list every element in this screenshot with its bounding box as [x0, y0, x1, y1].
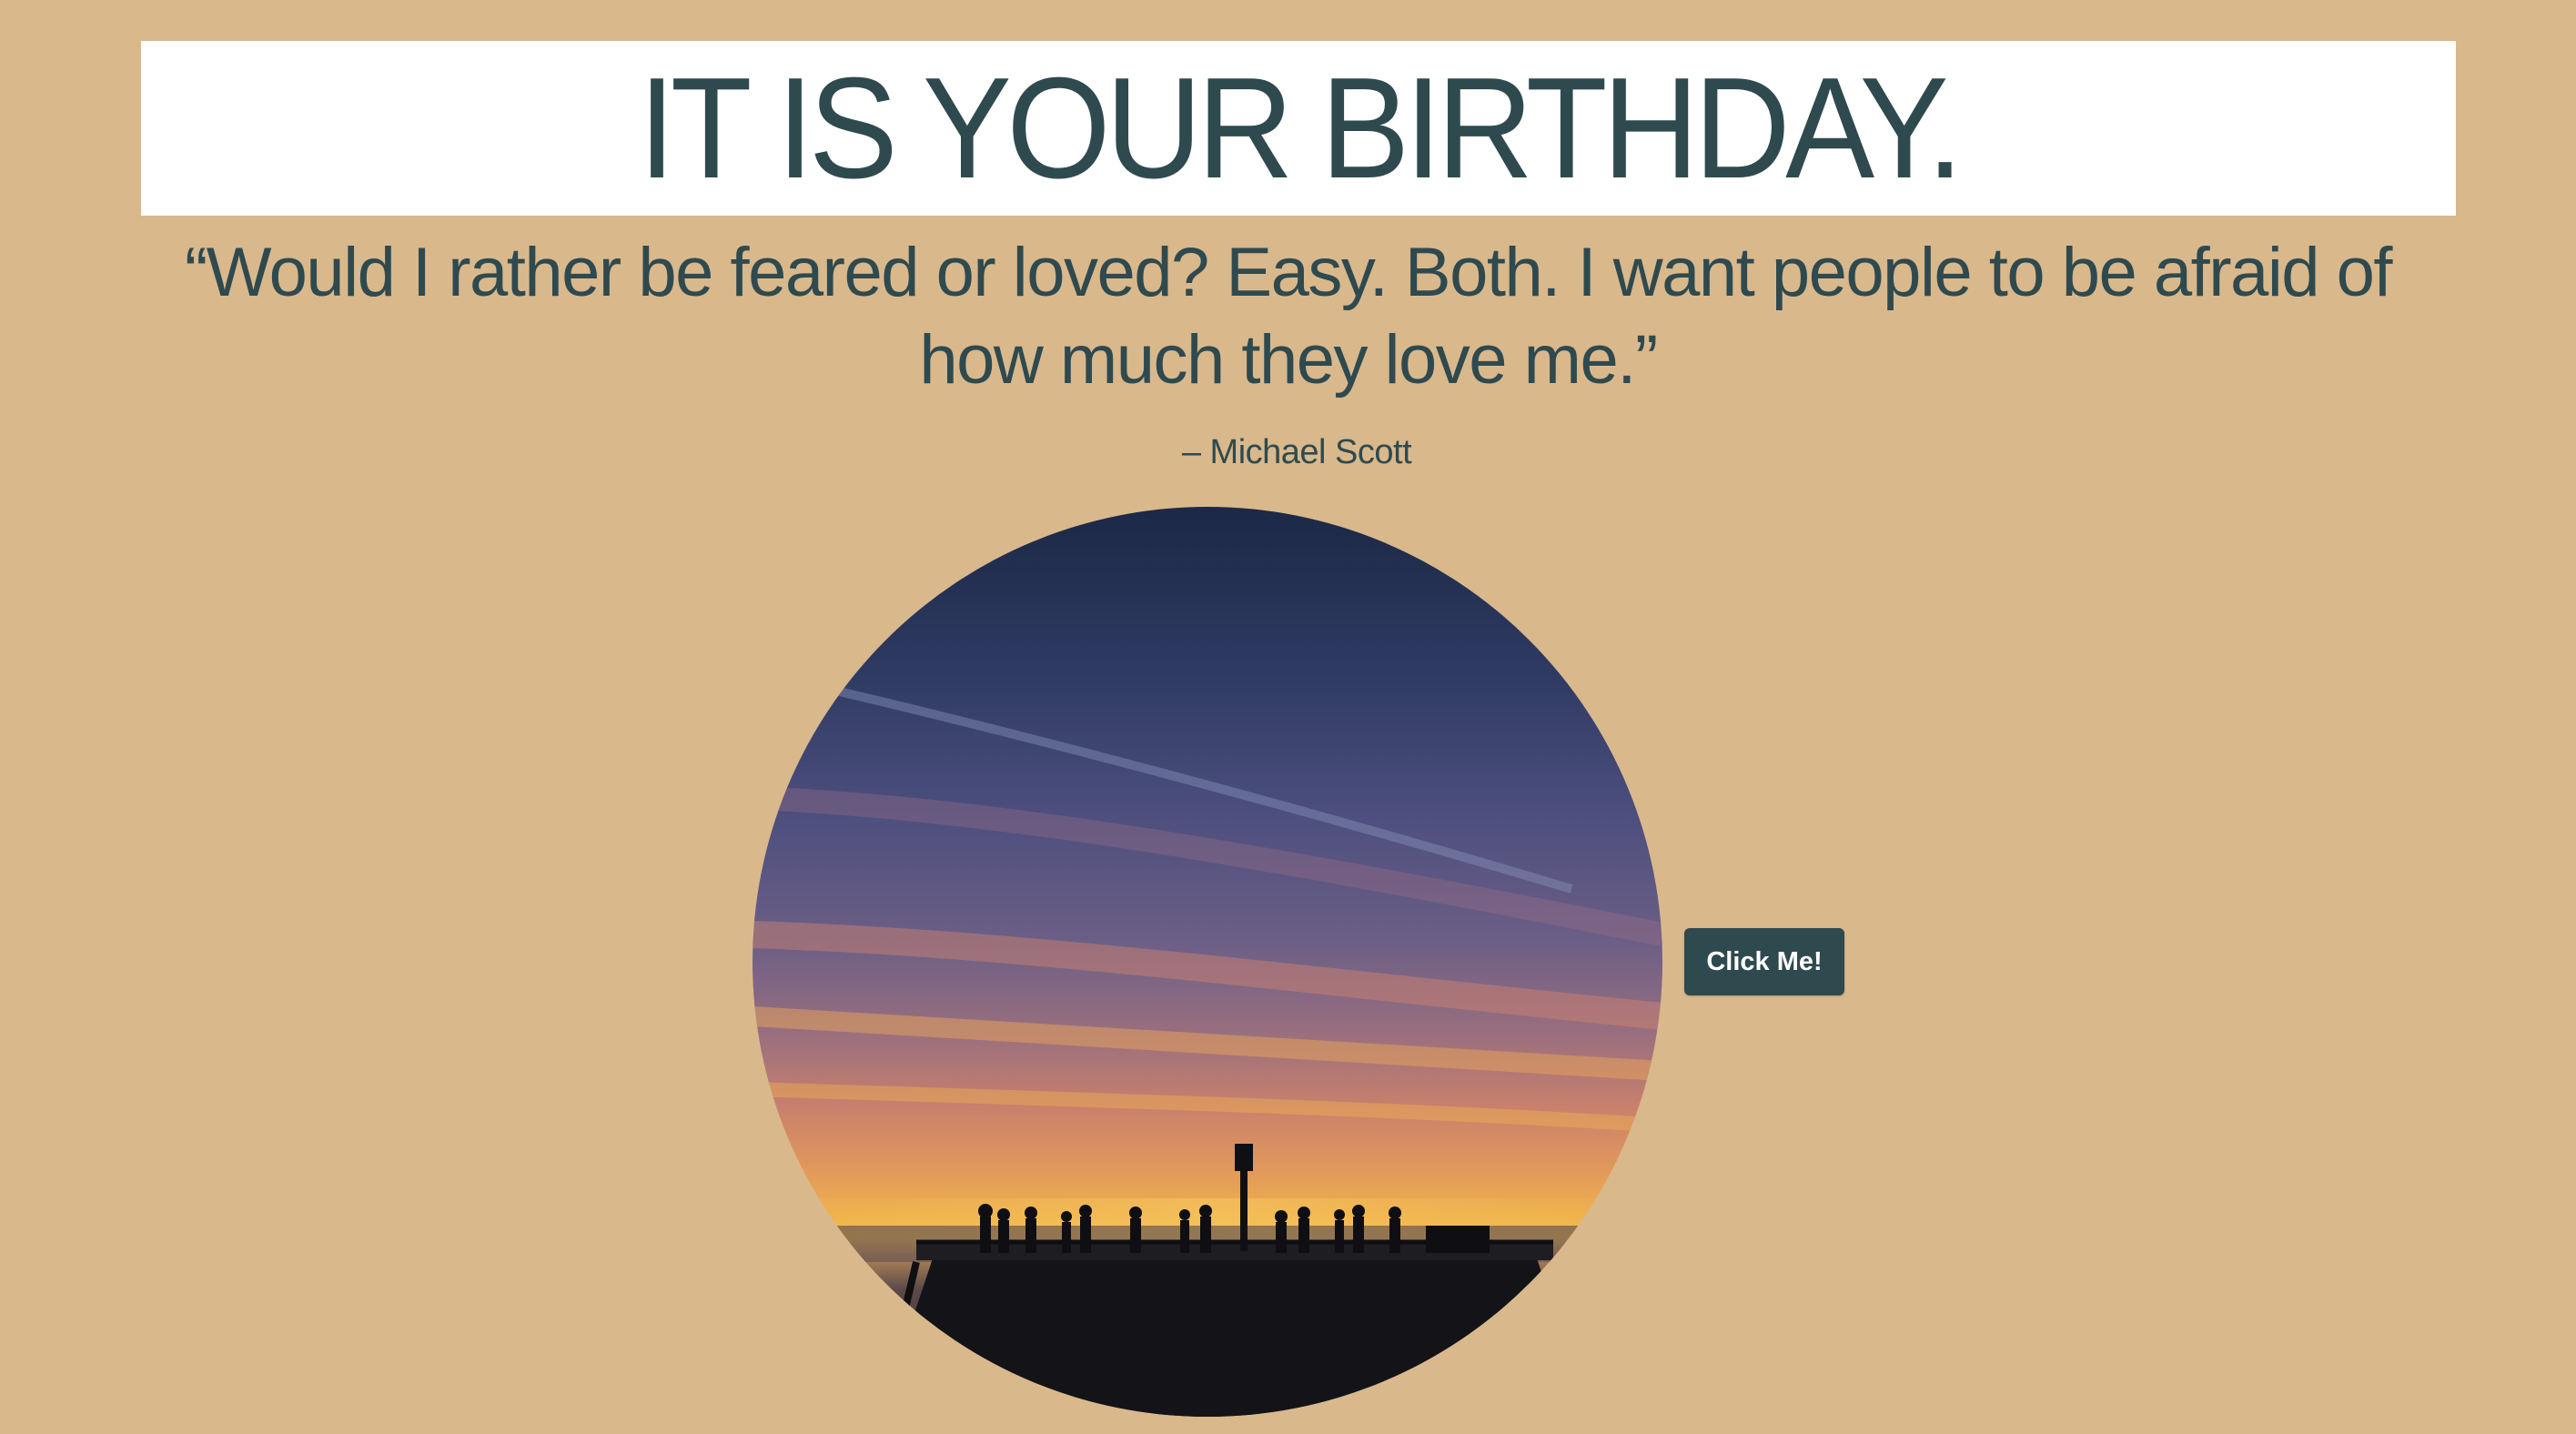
sunset-pier-photo — [753, 507, 1662, 1417]
quote-text: “Would I rather be feared or loved? Easy… — [185, 234, 2392, 399]
photo-image — [753, 507, 1662, 1417]
title-banner: IT IS YOUR BIRTHDAY. — [141, 41, 2456, 216]
quote-author: – Michael Scott — [1181, 433, 1412, 471]
page-title: IT IS YOUR BIRTHDAY. — [638, 48, 1964, 208]
birthday-page: IT IS YOUR BIRTHDAY. “Would I rather be … — [0, 0, 2576, 1434]
click-me-button[interactable]: Click Me! — [1684, 928, 1844, 995]
